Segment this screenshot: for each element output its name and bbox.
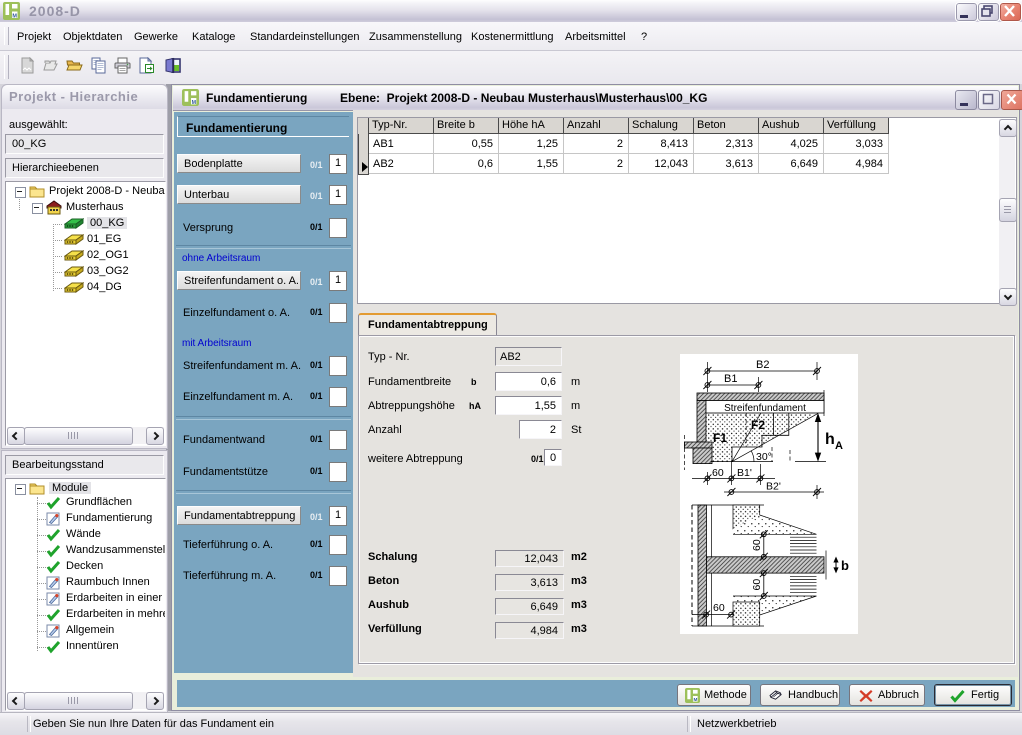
svg-text:B2': B2' bbox=[766, 481, 781, 493]
svg-text:b: b bbox=[841, 558, 849, 573]
svg-text:60: 60 bbox=[751, 579, 763, 591]
svg-text:B2: B2 bbox=[756, 359, 769, 371]
svg-text:M: M bbox=[12, 14, 17, 20]
svg-text:A: A bbox=[835, 440, 843, 452]
svg-text:Streifenfundament: Streifenfundament bbox=[724, 403, 806, 414]
svg-text:60: 60 bbox=[751, 539, 763, 551]
svg-text:h: h bbox=[825, 431, 835, 448]
svg-text:60: 60 bbox=[713, 602, 725, 614]
svg-text:B1: B1 bbox=[724, 373, 737, 385]
svg-text:60: 60 bbox=[712, 467, 724, 479]
svg-text:30°: 30° bbox=[756, 451, 772, 463]
svg-text:B1': B1' bbox=[737, 467, 752, 479]
svg-text:F1: F1 bbox=[713, 431, 727, 445]
svg-text:F2: F2 bbox=[751, 418, 765, 432]
